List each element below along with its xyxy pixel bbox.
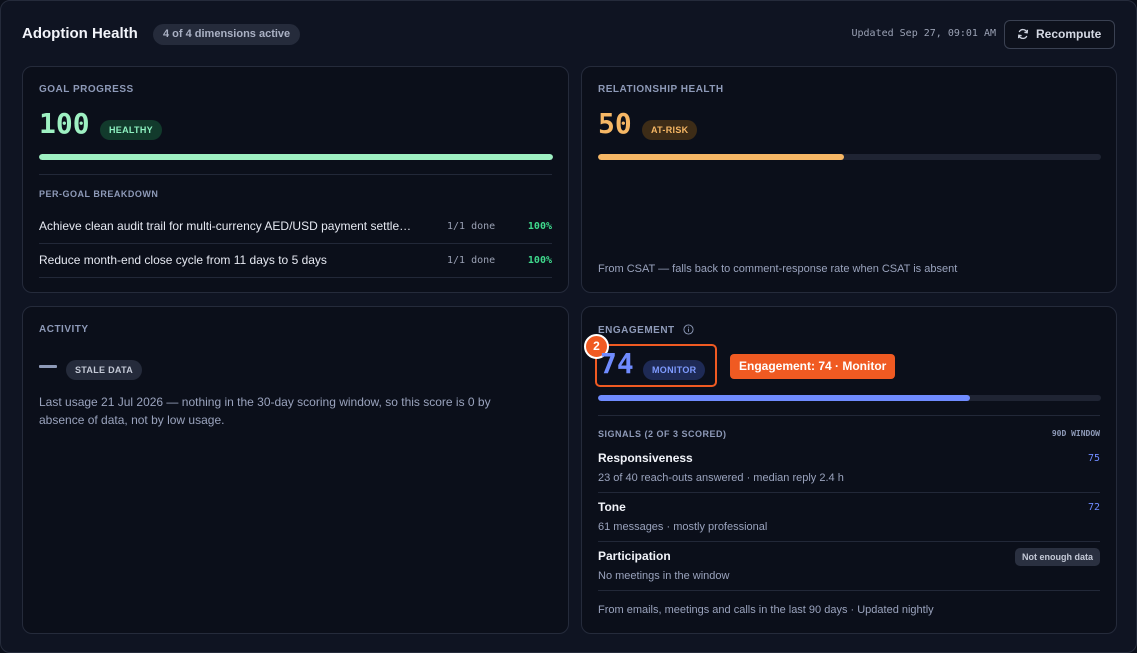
card-title: ACTIVITY: [39, 324, 89, 335]
signal-description: 61 messages · mostly professional: [598, 521, 768, 533]
goal-progress-card: GOAL PROGRESS 100 HEALTHY PER-GOAL BREAK…: [22, 66, 569, 293]
engagement-footnote: From emails, meetings and calls in the l…: [598, 604, 934, 616]
goal-percent: 100%: [527, 255, 552, 266]
signal-row[interactable]: Participation No meetings in the window …: [598, 542, 1100, 591]
signal-score: 75: [1087, 453, 1100, 464]
page-title: Adoption Health: [22, 25, 138, 42]
goal-row[interactable]: Achieve clean audit trail for multi-curr…: [39, 209, 552, 243]
relationship-health-card: RELATIONSHIP HEALTH 50 AT-RISK From CSAT…: [581, 66, 1117, 293]
goal-text: Reduce month-end close cycle from 11 day…: [39, 253, 327, 267]
relationship-footnote: From CSAT — falls back to comment-respon…: [598, 263, 958, 275]
goal-percent: 100%: [527, 221, 552, 232]
refresh-icon: [1017, 28, 1029, 40]
card-title: GOAL PROGRESS: [39, 84, 134, 95]
header: Adoption Health 4 of 4 dimensions active…: [22, 20, 1115, 49]
goal-done-count: 1/1 done: [447, 221, 496, 232]
divider: [598, 415, 1100, 416]
activity-description: Last usage 21 Jul 2026 — nothing in the …: [39, 395, 491, 427]
adoption-health-panel: Adoption Health 4 of 4 dimensions active…: [0, 0, 1137, 653]
divider: [39, 174, 552, 175]
goal-done-count: 1/1 done: [447, 255, 496, 266]
info-icon[interactable]: [683, 324, 694, 335]
relationship-progress-fill: [598, 154, 845, 160]
status-badge: HEALTHY: [100, 120, 162, 140]
signal-score: 72: [1087, 502, 1100, 513]
breakdown-title: PER-GOAL BREAKDOWN: [39, 189, 159, 199]
engagement-card: ENGAGEMENT 2 74 MONITOR Engagement: 74 ·…: [581, 306, 1117, 634]
signal-name: Responsiveness: [598, 451, 693, 465]
signal-description: 23 of 40 reach-outs answered · median re…: [598, 472, 844, 484]
card-title: RELATIONSHIP HEALTH: [598, 84, 724, 95]
goal-progress-fill: [39, 154, 553, 160]
signals-title: SIGNALS (2 OF 3 SCORED): [598, 429, 727, 439]
signal-name: Tone: [598, 500, 626, 514]
card-title: ENGAGEMENT: [598, 324, 694, 336]
status-badge: AT-RISK: [642, 120, 698, 140]
engagement-title: ENGAGEMENT: [598, 325, 675, 336]
goal-text: Achieve clean audit trail for multi-curr…: [39, 219, 412, 233]
relationship-progress-bar: [598, 154, 1101, 160]
window-label: 90D WINDOW: [1051, 429, 1100, 438]
signal-name: Participation: [598, 549, 671, 563]
relationship-score: 50: [598, 107, 632, 140]
recompute-button[interactable]: Recompute: [1004, 20, 1115, 49]
updated-timestamp: Updated Sep 27, 09:01 AM: [851, 28, 997, 39]
goal-row[interactable]: Reduce month-end close cycle from 11 day…: [39, 243, 552, 277]
goal-progress-bar: [39, 154, 553, 160]
status-badge: STALE DATA: [66, 360, 142, 380]
divider: [598, 590, 1100, 591]
engagement-progress-fill: [598, 395, 971, 401]
signal-row[interactable]: Tone 61 messages · mostly professional 7…: [598, 493, 1100, 542]
activity-score-dash: [39, 365, 57, 368]
signal-description: No meetings in the window: [598, 570, 730, 582]
goal-score: 100: [39, 107, 90, 140]
engagement-progress-bar: [598, 395, 1101, 401]
recompute-label: Recompute: [1036, 27, 1102, 41]
dimensions-active-badge: 4 of 4 dimensions active: [153, 24, 301, 45]
engagement-tooltip: Engagement: 74 · Monitor: [730, 354, 896, 379]
engagement-score: 74: [600, 347, 634, 380]
divider: [39, 277, 552, 278]
signal-row[interactable]: Responsiveness 23 of 40 reach-outs answe…: [598, 444, 1100, 493]
not-enough-data-badge: Not enough data: [1015, 548, 1100, 566]
status-badge: MONITOR: [643, 360, 706, 380]
activity-card: ACTIVITY STALE DATA Last usage 21 Jul 20…: [22, 306, 569, 634]
